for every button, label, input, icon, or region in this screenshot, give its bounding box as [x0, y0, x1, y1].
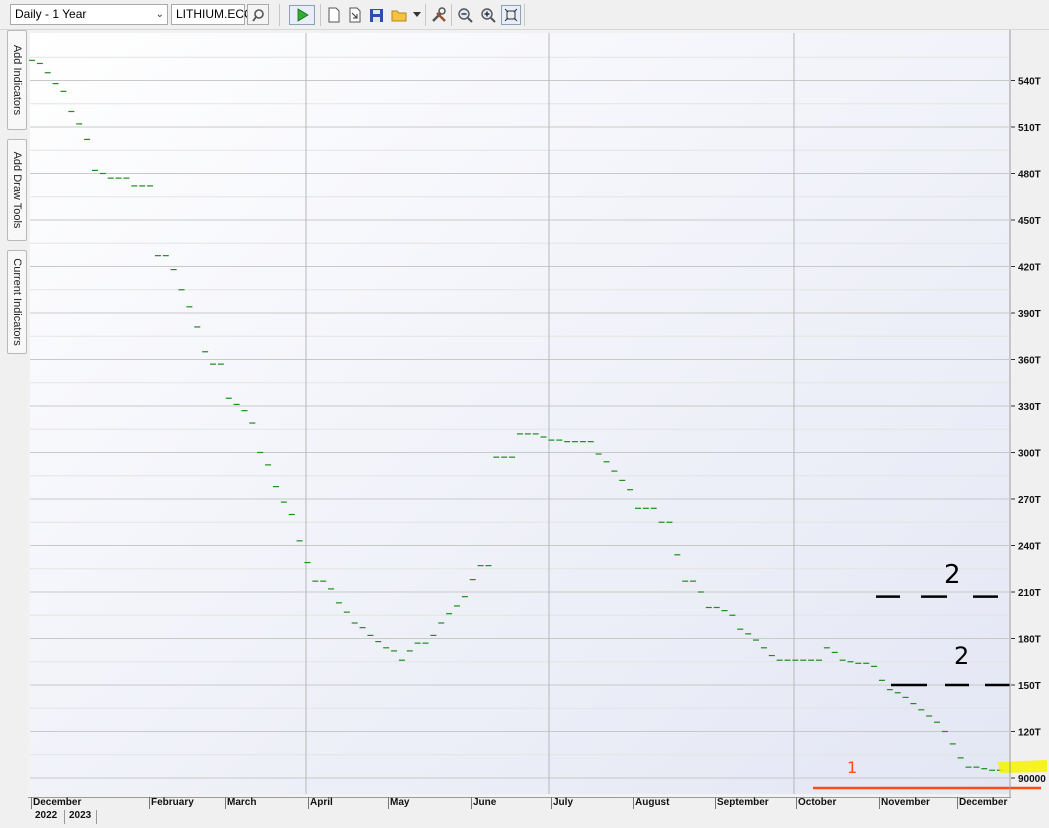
x-tick — [879, 797, 880, 809]
x-tick — [715, 797, 716, 809]
chart-app-window: Daily - 1 Year ⌄ LITHIUM.ECO Add Indicat… — [0, 0, 1049, 828]
y-tick-label: 540T — [1018, 77, 1041, 88]
x-tick — [957, 797, 958, 809]
x-month-label: December — [959, 797, 1008, 808]
y-tick-label: 210T — [1018, 588, 1041, 599]
y-tick-label: 300T — [1018, 449, 1041, 460]
x-tick — [31, 797, 32, 809]
x-month-label: October — [798, 797, 837, 808]
x-month-label: April — [310, 797, 333, 808]
bottom-mark-label: 1 — [847, 758, 857, 777]
y-tick-label: 390T — [1018, 309, 1041, 320]
x-month-label: May — [390, 797, 410, 808]
x-month-label: February — [151, 797, 194, 808]
y-tick-label: 120T — [1018, 728, 1041, 739]
y-tick-label: 270T — [1018, 495, 1041, 506]
x-month-label: September — [717, 797, 769, 808]
y-tick-label: 480T — [1018, 170, 1041, 181]
x-month-label: June — [473, 797, 497, 808]
x-tick — [471, 797, 472, 809]
y-tick-label: 180T — [1018, 635, 1041, 646]
x-month-label: March — [227, 797, 257, 808]
x-tick — [551, 797, 552, 809]
x-tick — [388, 797, 389, 809]
price-chart[interactable]: 2 2 1 540T 510T 480T 450T 420T 390T 360T 330T 300T… — [0, 0, 1049, 828]
x-month-label: November — [881, 797, 930, 808]
y-tick-label: 90000 — [1018, 774, 1046, 785]
upper-mark-label: 2 — [944, 560, 961, 590]
x-month-label: July — [553, 797, 574, 808]
y-tick-label: 510T — [1018, 123, 1041, 134]
plot-area — [30, 33, 1009, 794]
y-tick-label: 330T — [1018, 402, 1041, 413]
x-tick — [633, 797, 634, 809]
y-axis: 540T 510T 480T 450T 420T 390T 360T 330T 300T 270T… — [1009, 30, 1046, 797]
x-tick — [796, 797, 797, 809]
y-tick-label: 360T — [1018, 356, 1041, 367]
x-tick — [225, 797, 226, 809]
x-tick — [308, 797, 309, 809]
lower-mark-label: 2 — [954, 642, 969, 670]
x-month-label: December — [33, 797, 82, 808]
x-month-label: August — [635, 797, 670, 808]
y-tick-label: 420T — [1018, 263, 1041, 274]
yellow-highlight — [998, 760, 1047, 773]
x-year-label: 2023 — [67, 810, 97, 824]
y-tick-label: 450T — [1018, 216, 1041, 227]
x-tick — [149, 797, 150, 809]
x-year-label: 2022 — [33, 810, 65, 824]
y-tick-label: 240T — [1018, 542, 1041, 553]
y-tick-label: 150T — [1018, 681, 1041, 692]
